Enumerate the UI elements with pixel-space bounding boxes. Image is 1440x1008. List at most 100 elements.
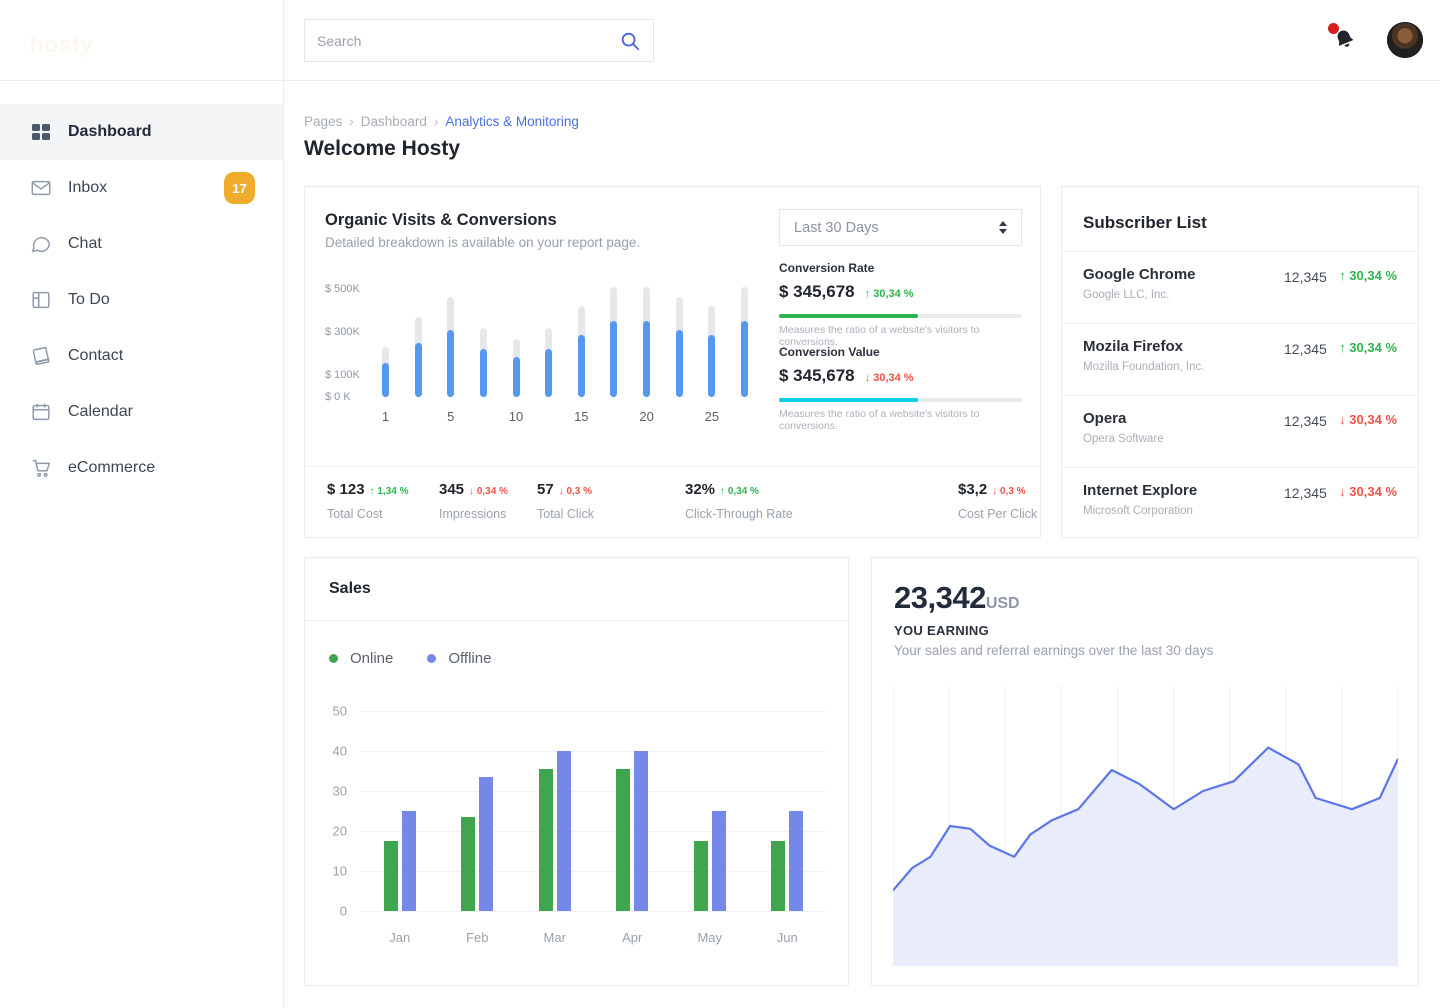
stat-impressions: 3450,34 % Impressions [439,481,508,521]
sales-header-divider [305,620,848,621]
dashboard-app: hosty Dashboard Inbox 17 Chat [0,0,1440,1008]
subscriber-delta: 30,34 % [1339,268,1397,283]
legend-label: Offline [448,650,491,667]
stat-label: Cost Per Click [958,507,1037,521]
earnings-label: YOU EARNING [894,623,989,638]
conversion-value-progress-track [779,398,1022,402]
sales-card: Sales Online Offline 50403020100 JanFebM… [304,557,849,986]
organic-card-subtitle: Detailed breakdown is available on your … [325,235,640,250]
conversion-rate-progress-track [779,314,1022,318]
stat-cpc: $3,20,3 % Cost Per Click [958,481,1037,521]
chat-bubble-icon [30,233,52,255]
conversion-rate-progress-fill [779,314,918,318]
stat-total-click: 570,3 % Total Click [537,481,594,521]
earnings-currency: USD [986,595,1020,613]
conversion-value-caption: Measures the ratio of a website's visito… [779,408,1022,432]
legend-label: Online [350,650,393,667]
dashboard-grid-icon [30,121,52,143]
stat-label: Impressions [439,507,508,521]
earnings-amount: 23,342 [894,580,986,616]
sidebar-item-label: eCommerce [68,459,155,477]
sidebar-item-ecommerce[interactable]: eCommerce [0,440,283,496]
stat-value: $3,2 [958,481,987,498]
date-range-select[interactable]: Last 30 Days [779,209,1022,246]
breadcrumb-pages[interactable]: Pages [304,114,342,129]
legend-item-offline: Offline [427,650,491,667]
organic-stats-row: $ 1231,34 % Total Cost 3450,34 % Impress… [305,466,1040,538]
sidebar-item-dashboard[interactable]: Dashboard [0,104,283,160]
breadcrumb-separator: › [434,114,439,129]
notifications-button[interactable] [1328,22,1364,58]
header-divider [0,80,1440,81]
sidebar-item-label: Calendar [68,403,133,421]
legend-item-online: Online [329,650,393,667]
sidebar-item-label: Dashboard [68,123,152,141]
subscriber-row-chrome[interactable]: Google Chrome Google LLC, Inc. 12,345 30… [1062,251,1418,323]
conversion-value-progress-fill [779,398,918,402]
todo-layout-icon [30,289,52,311]
sales-legend-dot [427,654,436,663]
subscriber-row-ie[interactable]: Internet Explore Microsoft Corporation 1… [1062,467,1418,539]
stat-delta: 0,34 % [469,486,508,497]
sidebar-item-chat[interactable]: Chat [0,216,283,272]
sidebar-item-label: To Do [68,291,110,309]
organic-plot [382,267,748,397]
subscriber-name: Mozila Firefox [1083,338,1183,355]
subscriber-row-opera[interactable]: Opera Opera Software 12,345 30,34 % [1062,395,1418,467]
sales-y-labels: 50403020100 [305,711,351,911]
conversion-value-value: $ 345,678 [779,366,855,386]
calendar-icon [30,401,52,423]
subscriber-delta: 30,34 % [1339,412,1397,427]
subscriber-name: Internet Explore [1083,482,1197,499]
subscriber-name: Google Chrome [1083,266,1196,283]
subscriber-company: Microsoft Corporation [1083,505,1193,517]
breadcrumb-dashboard[interactable]: Dashboard [361,114,427,129]
stat-value: $ 123 [327,481,365,498]
sidebar-item-label: Inbox [68,179,107,197]
subscriber-list-title: Subscriber List [1083,213,1207,233]
conversion-value-label: Conversion Value [779,345,1022,359]
breadcrumb-separator: › [349,114,354,129]
stat-value: 57 [537,481,554,498]
subscriber-delta: 30,34 % [1339,484,1397,499]
subscriber-count: 12,345 [1284,341,1327,357]
avatar[interactable] [1387,22,1423,58]
breadcrumb: Pages › Dashboard › Analytics & Monitoring [304,114,579,129]
subscriber-count: 12,345 [1284,269,1327,285]
stat-delta: 0,34 % [720,486,759,497]
conversion-rate-value: $ 345,678 [779,282,855,302]
sales-plot [361,711,826,911]
sidebar-item-calendar[interactable]: Calendar [0,384,283,440]
sidebar-nav: Dashboard Inbox 17 Chat To Do [0,104,283,496]
sidebar-item-contact[interactable]: Contact [0,328,283,384]
subscriber-delta: 30,34 % [1339,340,1397,355]
conversion-value-delta: 30,34 % [865,372,914,384]
earnings-card: 23,342 USD YOU EARNING Your sales and re… [871,557,1419,986]
inbox-unread-badge: 17 [224,172,255,204]
sales-legend-dot [329,654,338,663]
select-arrows-icon [999,221,1007,234]
logo: hosty [30,32,94,58]
conversion-rate-delta: 30,34 % [865,288,914,300]
contact-book-icon [30,345,52,367]
sidebar: hosty Dashboard Inbox 17 Chat [0,0,284,1008]
sidebar-item-inbox[interactable]: Inbox 17 [0,160,283,216]
breadcrumb-current[interactable]: Analytics & Monitoring [445,114,579,129]
sidebar-item-todo[interactable]: To Do [0,272,283,328]
search-icon[interactable] [619,30,641,52]
envelope-icon [30,177,52,199]
search-input[interactable] [305,33,619,49]
search-box [304,19,654,62]
stat-label: Click-Through Rate [685,507,793,521]
subscriber-company: Mozilla Foundation, Inc. [1083,361,1204,373]
subscriber-company: Google LLC, Inc. [1083,289,1169,301]
subscriber-rows: Google Chrome Google LLC, Inc. 12,345 30… [1062,251,1418,539]
subscriber-row-firefox[interactable]: Mozila Firefox Mozilla Foundation, Inc. … [1062,323,1418,395]
subscriber-count: 12,345 [1284,413,1327,429]
subscriber-list-card: Subscriber List Google Chrome Google LLC… [1061,186,1419,538]
subscriber-company: Opera Software [1083,433,1164,445]
organic-x-labels: 1510152025 [382,409,748,425]
subscriber-name: Opera [1083,410,1126,427]
organic-card-title: Organic Visits & Conversions [325,211,557,230]
earnings-caption: Your sales and referral earnings over th… [894,643,1213,658]
